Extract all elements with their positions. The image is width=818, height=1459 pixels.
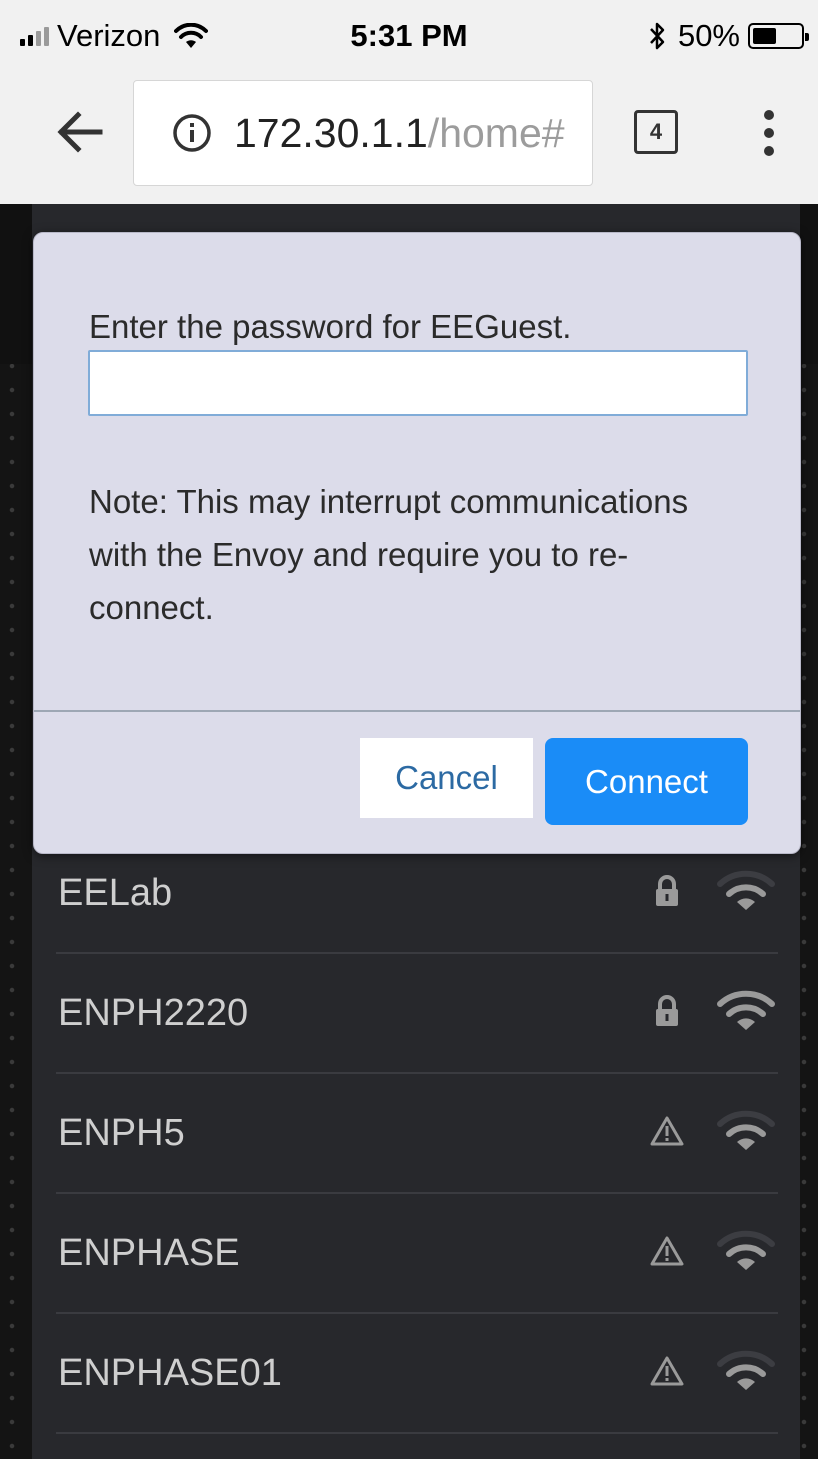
wifi-signal-icon [717,1230,775,1270]
dialog-note: Note: This may interrupt communications … [89,483,689,626]
network-list: EELab ENPH2220 ENPH5 ENPHASE ENPHASE01 [56,834,778,1434]
browser-toolbar: 172.30.1.1/home# 4 [0,78,818,204]
network-row-enph2220[interactable]: ENPH2220 [56,954,778,1074]
battery-fill [753,28,776,44]
dialog-prompt: Enter the password for EEGuest. [89,308,572,345]
network-name: ENPH2220 [58,992,249,1034]
dialog-divider [34,710,800,712]
bluetooth-icon [650,22,665,50]
network-name: ENPHASE [58,1232,240,1274]
more-vert-icon[interactable] [752,108,786,158]
wifi-signal-icon [717,990,775,1030]
password-dialog: Enter the password for EEGuest. Note: Th… [33,232,801,854]
battery-percent: 50% [677,18,740,53]
network-name: ENPH5 [58,1112,185,1154]
info-icon[interactable] [172,113,212,153]
network-row-enph5[interactable]: ENPH5 [56,1074,778,1194]
wifi-signal-icon [717,1110,775,1150]
warning-icon [650,1116,684,1146]
network-name: EELab [58,872,173,914]
status-bar: Verizon 5:31 PM 50% [0,0,818,78]
address-bar[interactable]: 172.30.1.1/home# [133,80,593,186]
back-arrow-icon[interactable] [52,104,108,160]
cancel-button[interactable]: Cancel [360,738,533,818]
network-row-enphase[interactable]: ENPHASE [56,1194,778,1314]
network-name: ENPHASE01 [58,1352,282,1394]
connect-button[interactable]: Connect [545,738,748,825]
status-right: 50% [648,18,809,54]
warning-icon [650,1236,684,1266]
url-path: /home# [427,109,565,156]
battery-icon [748,23,809,49]
warning-icon [650,1356,684,1386]
url-host: 172.30.1.1 [234,109,428,156]
password-input[interactable] [88,350,748,416]
wifi-signal-icon [717,1350,775,1390]
lock-icon [656,875,678,906]
lock-icon [656,995,678,1026]
network-row-enphase01[interactable]: ENPHASE01 [56,1314,778,1434]
wifi-signal-icon [717,870,775,910]
tabs-icon[interactable]: 4 [634,110,678,154]
